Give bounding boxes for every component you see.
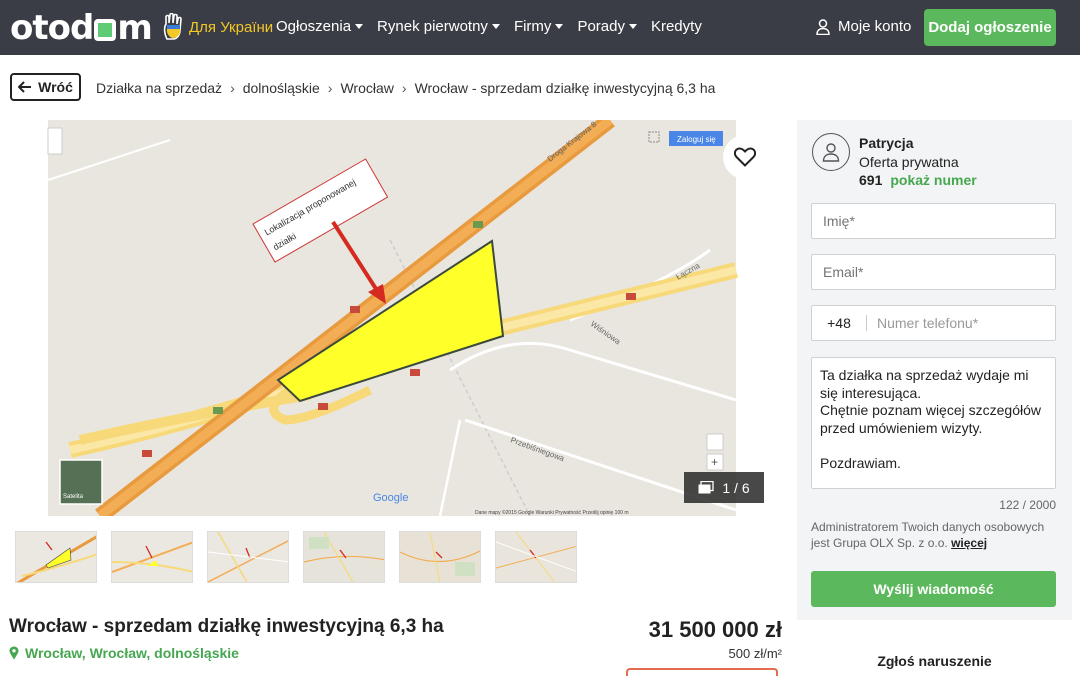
thumbnail-image (112, 532, 192, 582)
ukraine-link[interactable]: Для України (163, 13, 273, 41)
price-per-m2: 500 zł/m² (728, 646, 782, 661)
thumbnail[interactable] (207, 531, 289, 583)
add-listing-button[interactable]: Dodaj ogłoszenie (924, 9, 1056, 46)
main-nav: Ogłoszenia Rynek pierwotny Firmy Porady … (276, 18, 702, 35)
thumbnail-strip (15, 531, 577, 583)
thumbnail-image (208, 532, 288, 582)
contact-panel: Patrycja Oferta prywatna 691 pokaż numer… (797, 120, 1072, 620)
nav-kredyty[interactable]: Kredyty (651, 18, 702, 35)
map-logo: Google (373, 492, 408, 504)
my-account-link[interactable]: Moje konto (816, 18, 911, 35)
email-input[interactable] (811, 254, 1056, 290)
nav-label: Rynek pierwotny (377, 18, 488, 35)
map-login: Zaloguj się (677, 135, 716, 144)
account-label: Moje konto (838, 18, 912, 35)
ukraine-label: Для України (189, 18, 274, 36)
thumbnail-image (496, 532, 576, 582)
gdpr-text: Administratorem Twoich danych osobowych … (811, 520, 1045, 550)
phone-placeholder: Numer telefonu* (877, 315, 979, 331)
nav-rynek-pierwotny[interactable]: Rynek pierwotny (377, 18, 500, 35)
photo-gallery[interactable]: Lokalizacja proponowanej działki Droga K… (10, 120, 782, 516)
breadcrumb-item[interactable]: dolnośląskie (243, 80, 320, 96)
chevron-down-icon (355, 24, 364, 29)
thumbnail-image (304, 532, 384, 582)
location-pin-icon (9, 646, 19, 660)
gallery-icon (698, 481, 715, 494)
top-navbar: otod m Для України Ogłoszenia Rynek pierw… (0, 0, 1080, 55)
thumbnail[interactable] (111, 531, 193, 583)
chevron-down-icon (555, 24, 564, 29)
thumbnail[interactable] (495, 531, 577, 583)
breadcrumb-item[interactable]: Wrocław (340, 80, 393, 96)
chevron-left-icon[interactable] (20, 308, 44, 332)
nav-porady[interactable]: Porady (577, 18, 637, 35)
seller-type: Oferta prywatna (859, 154, 959, 170)
char-counter: 122 / 2000 (999, 498, 1056, 512)
breadcrumb-item[interactable]: Działka na sprzedaż (96, 80, 222, 96)
thumbnail-image (400, 532, 480, 582)
heart-icon (734, 147, 756, 167)
gdpr-more-link[interactable]: więcej (951, 536, 987, 550)
photo-counter-text: 1 / 6 (722, 479, 750, 496)
map-satellite-label: Satelita (63, 494, 84, 500)
chevron-right-icon: › (327, 80, 333, 96)
thumbnail-image (16, 532, 96, 582)
photo-counter[interactable]: 1 / 6 (684, 472, 764, 503)
favorite-button[interactable] (723, 135, 767, 179)
nav-label: Ogłoszenia (276, 18, 352, 35)
nav-ogloszenia[interactable]: Ogłoszenia (276, 18, 364, 35)
listing-location[interactable]: Wrocław, Wrocław, dolnośląskie (9, 645, 239, 661)
chevron-right-icon[interactable] (748, 308, 772, 332)
thumbnail[interactable] (399, 531, 481, 583)
avatar (812, 133, 850, 171)
ukraine-hand-icon (163, 13, 182, 40)
price: 31 500 000 zł (648, 617, 782, 642)
nav-firmy[interactable]: Firmy (514, 18, 564, 35)
svg-text:+: + (711, 455, 718, 469)
location-text: Wrocław, Wrocław, dolnośląskie (25, 645, 239, 661)
message-textarea[interactable]: Ta działka na sprzedaż wydaje mi się int… (811, 357, 1056, 489)
phone-prefix[interactable]: +48 (812, 315, 867, 331)
chevron-right-icon: › (230, 80, 235, 96)
gdpr-notice: Administratorem Twoich danych osobowych … (811, 519, 1061, 551)
phone-input[interactable]: +48 Numer telefonu* (811, 305, 1056, 341)
otodom-logo[interactable]: otod m (10, 8, 153, 48)
thumbnail[interactable] (303, 531, 385, 583)
thumbnail[interactable] (15, 531, 97, 583)
map-footer: Dane mapy ©2015 Google Warunki Prywatnoś… (475, 509, 629, 516)
back-button[interactable]: Wróć (10, 73, 81, 101)
send-message-button[interactable]: Wyślij wiadomość (811, 571, 1056, 607)
nav-label: Firmy (513, 18, 552, 35)
phone-row: 691 pokaż numer (859, 172, 977, 188)
nav-label: Kredyty (650, 18, 702, 35)
report-link[interactable]: Zgłoś naruszenie (797, 653, 1072, 669)
seller-name: Patrycja (859, 135, 914, 151)
breadcrumb: Działka na sprzedaż › dolnośląskie › Wro… (96, 80, 715, 96)
nav-label: Porady (577, 18, 625, 35)
chevron-right-icon: › (401, 80, 407, 96)
arrow-left-icon (18, 81, 32, 93)
user-icon (816, 18, 830, 35)
chevron-down-icon (491, 24, 500, 29)
breadcrumb-item-current: Wrocław - sprzedam działkę inwestycyjną … (414, 80, 716, 96)
phone-partial: 691 (859, 172, 883, 188)
name-input[interactable] (811, 203, 1056, 239)
map-image: Lokalizacja proponowanej działki Droga K… (10, 120, 782, 516)
chevron-down-icon (628, 24, 637, 29)
show-number-link[interactable]: pokaż numer (890, 172, 976, 188)
back-label: Wróć (38, 79, 73, 95)
listing-title: Wrocław - sprzedam działkę inwestycyjną … (9, 616, 444, 637)
user-icon (822, 143, 840, 162)
